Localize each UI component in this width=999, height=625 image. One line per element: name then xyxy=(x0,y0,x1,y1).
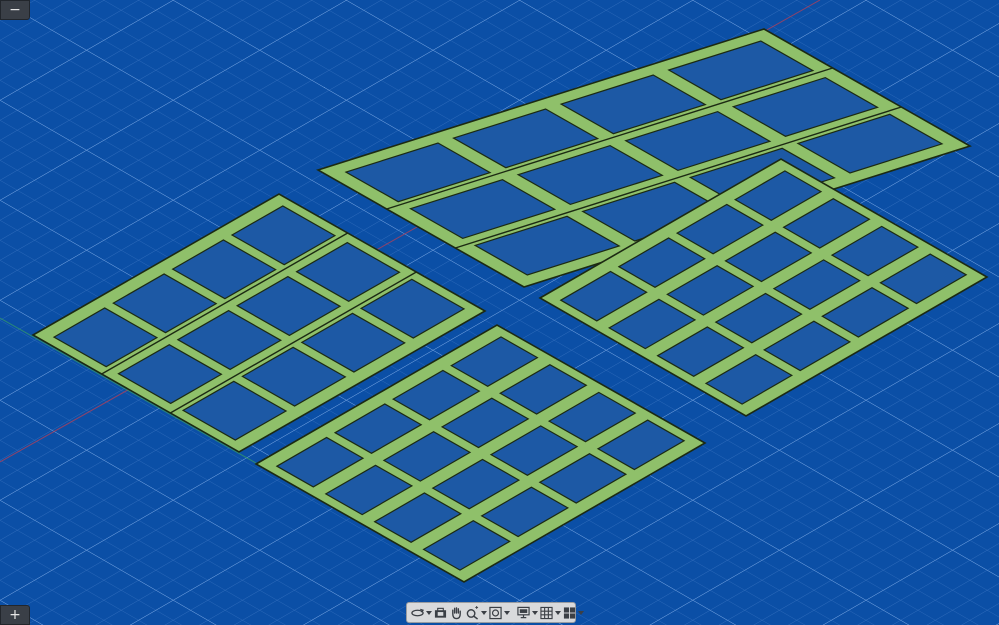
3d-viewport[interactable] xyxy=(0,0,999,625)
navigation-toolbar xyxy=(406,602,584,623)
zoom-dropdown-icon[interactable] xyxy=(481,604,487,621)
collapse-button[interactable]: − xyxy=(0,0,30,20)
expand-button[interactable]: + xyxy=(0,605,30,625)
fit-view-dropdown-icon[interactable] xyxy=(504,604,510,621)
viewports-dropdown-icon[interactable] xyxy=(578,604,584,621)
orbit-icon[interactable] xyxy=(410,604,425,621)
grid-snaps-icon[interactable] xyxy=(539,604,554,621)
fit-view-icon[interactable] xyxy=(488,604,503,621)
display-settings-icon[interactable] xyxy=(516,604,531,621)
orbit-dropdown-icon[interactable] xyxy=(426,604,432,621)
viewports-icon[interactable] xyxy=(562,604,577,621)
look-at-icon[interactable] xyxy=(433,604,448,621)
zoom-icon[interactable] xyxy=(465,604,480,621)
grid-snaps-dropdown-icon[interactable] xyxy=(555,604,561,621)
pan-hand-icon[interactable] xyxy=(449,604,464,621)
display-settings-dropdown-icon[interactable] xyxy=(532,604,538,621)
